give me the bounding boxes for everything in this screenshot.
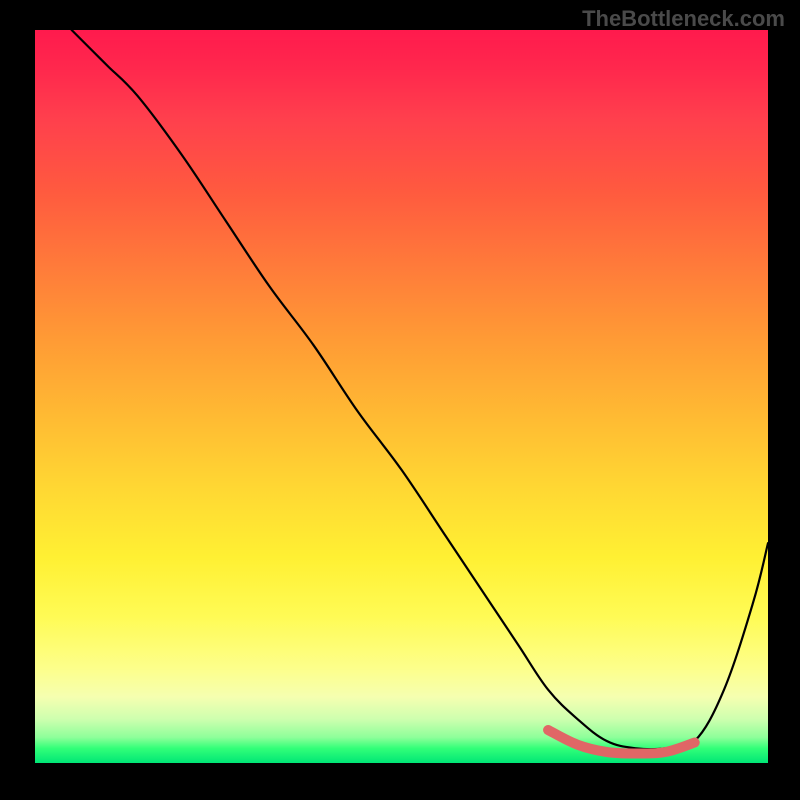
chart-plot-area xyxy=(35,30,768,763)
watermark-text: TheBottleneck.com xyxy=(582,6,785,32)
chart-svg xyxy=(35,30,768,763)
bottleneck-curve xyxy=(72,30,768,749)
optimal-range-marker xyxy=(548,730,695,754)
